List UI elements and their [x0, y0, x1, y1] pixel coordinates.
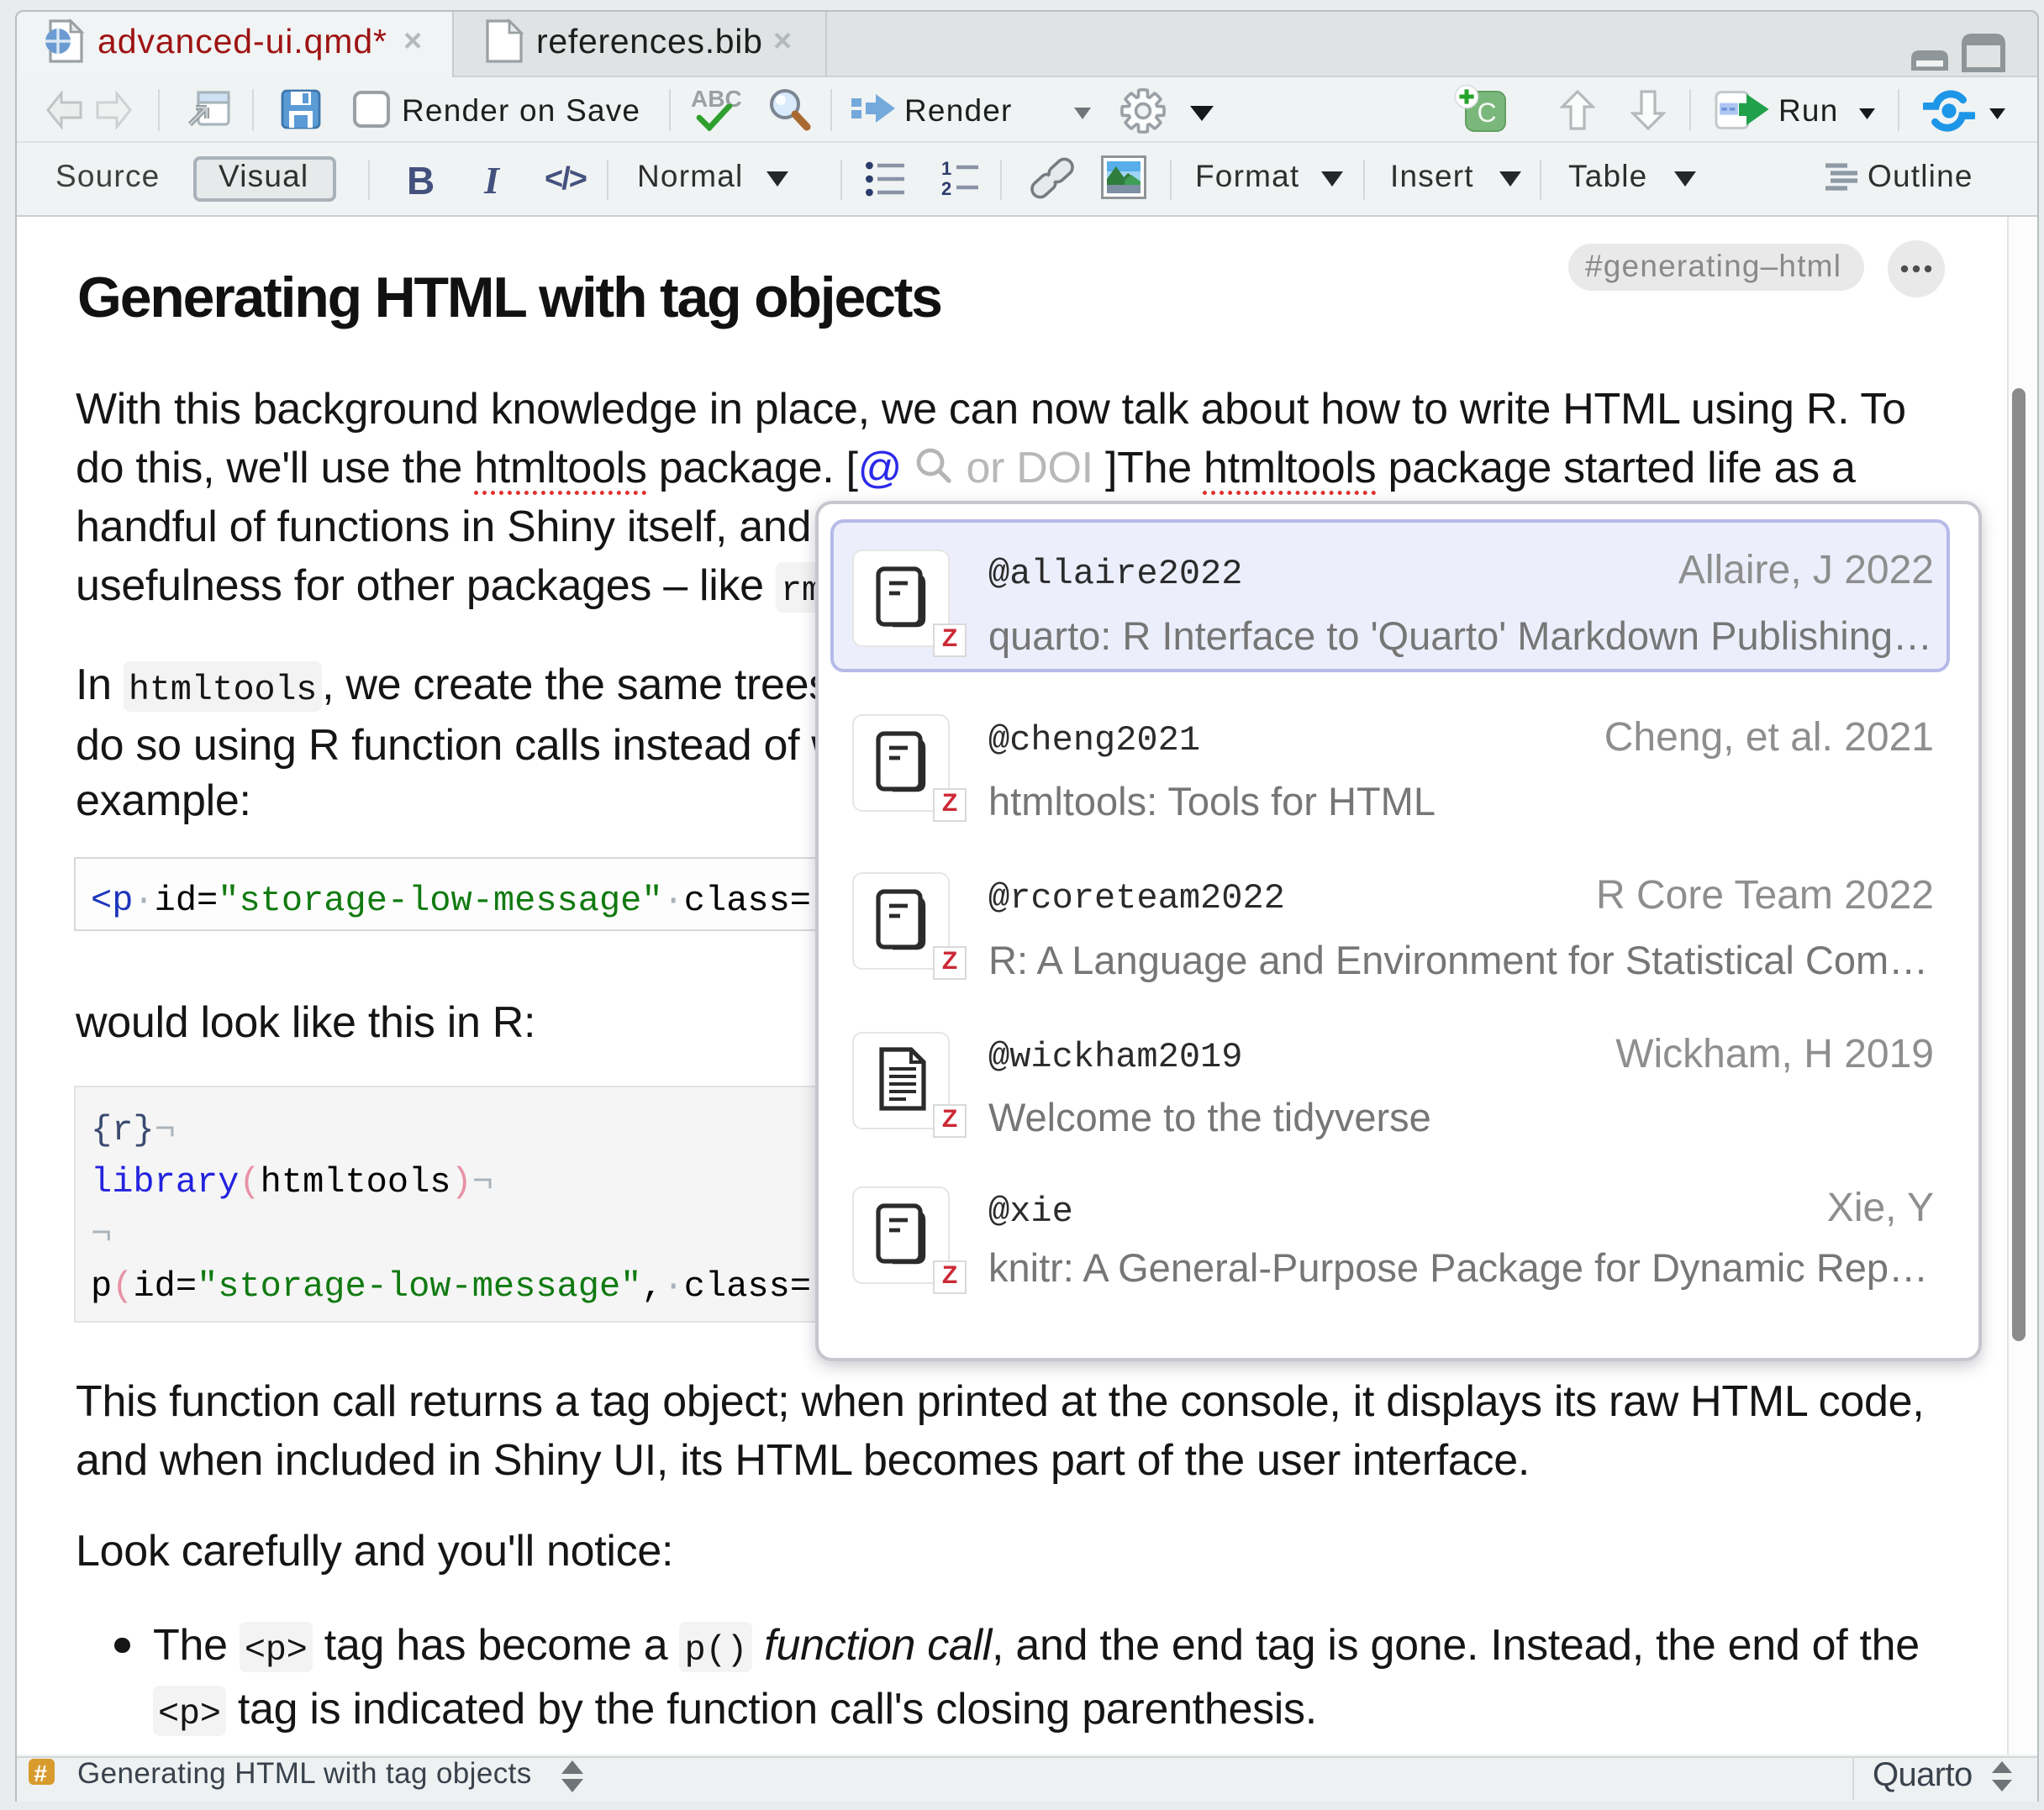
svg-text:1: 1 — [941, 160, 951, 179]
svg-text:C: C — [1477, 97, 1496, 128]
svg-text:2: 2 — [941, 178, 951, 197]
